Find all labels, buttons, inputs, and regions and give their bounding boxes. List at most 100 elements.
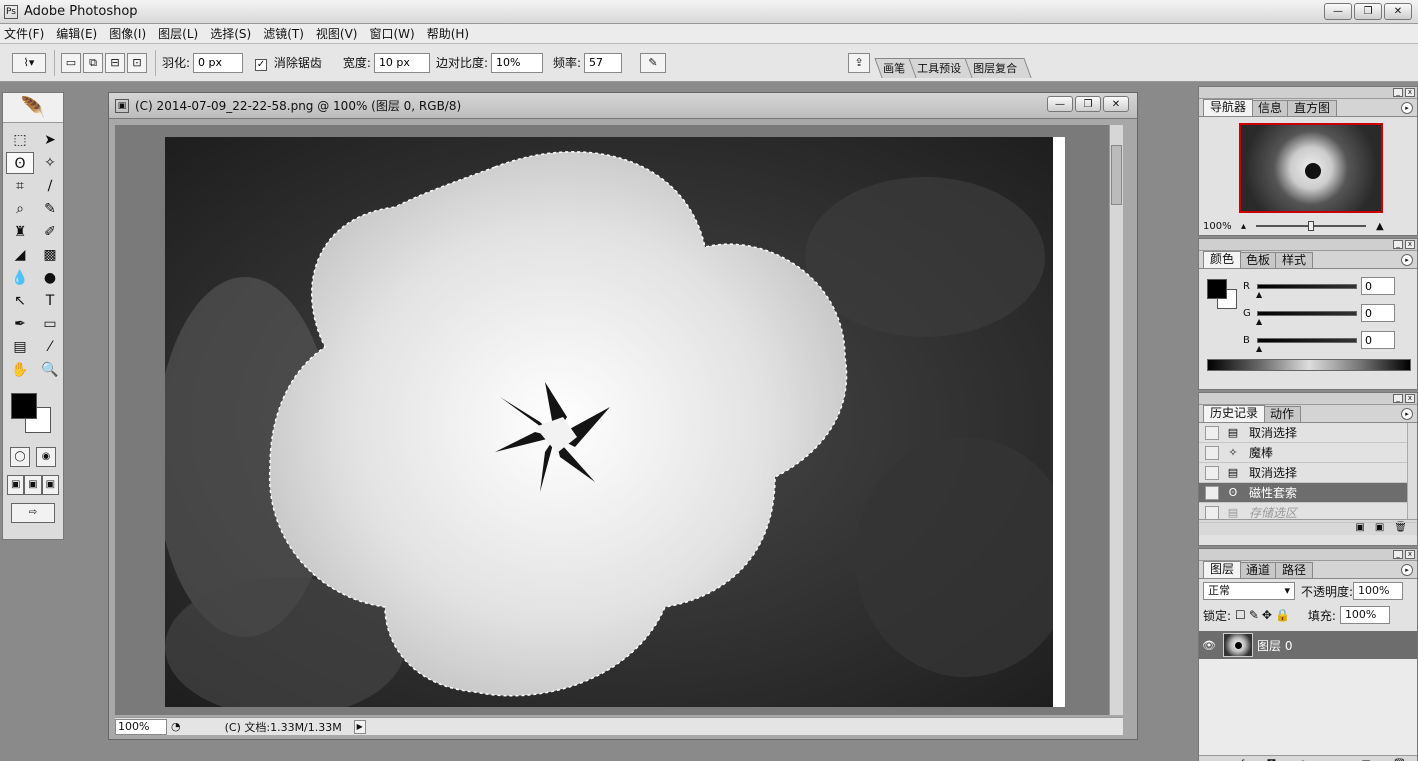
navigator-zoom-knob[interactable] [1308,221,1315,231]
history-snapshot-box[interactable] [1205,465,1219,480]
width-input[interactable] [373,52,430,73]
vertical-scrollbar[interactable] [1109,125,1123,715]
intersect-selection-icon[interactable]: ⊡ [127,52,147,73]
navigator-menu-icon[interactable]: ▸ [1401,102,1413,114]
notes-tool-icon[interactable]: ▤ [6,336,34,358]
history-menu-icon[interactable]: ▸ [1401,408,1413,420]
brush-tool-icon[interactable]: ✎ [36,198,64,220]
zoom-in-icon[interactable]: ▲ [1376,221,1384,232]
lock-transparent-icon[interactable]: ☐ [1235,608,1246,622]
magnetic-lasso-preset-icon[interactable]: ⌇▾ [12,52,46,73]
restore-button[interactable]: ❐ [1354,3,1382,20]
menu-layer[interactable]: 图层(L) [158,25,198,42]
tab-color[interactable]: 颜色 [1203,251,1242,268]
palette-well-icon[interactable]: ⇪ [848,52,871,73]
full-screen-menu-icon[interactable]: ▣ [24,475,42,495]
tab-channels[interactable]: 通道 [1239,562,1278,578]
history-snapshot-box[interactable] [1205,425,1219,440]
doc-restore-button[interactable]: ❐ [1075,96,1101,112]
full-screen-icon[interactable]: ▣ [41,475,59,495]
menu-view[interactable]: 视图(V) [316,25,358,42]
history-item[interactable]: ▤ 取消选择 [1199,423,1417,443]
tab-layers[interactable]: 图层 [1203,561,1242,578]
close-button[interactable]: ✕ [1384,3,1412,20]
tab-paths[interactable]: 路径 [1275,562,1314,578]
color-minimize-icon[interactable]: _ [1393,240,1403,249]
standard-mode-icon[interactable]: ◯ [10,447,30,467]
blur-tool-icon[interactable]: 💧 [6,267,34,289]
blue-input[interactable] [1361,331,1395,349]
gradient-tool-icon[interactable]: ▩ [36,244,64,266]
history-close-icon[interactable]: x [1405,394,1415,403]
crop-tool-icon[interactable]: ⌗ [6,175,34,197]
type-tool-icon[interactable]: T [36,290,64,312]
quick-mask-mode-icon[interactable]: ◉ [36,447,56,467]
history-item[interactable]: ▤ 取消选择 [1199,463,1417,483]
layer-name[interactable]: 图层 0 [1257,637,1292,654]
lock-image-icon[interactable]: ✎ [1249,608,1259,622]
menu-filter[interactable]: 滤镜(T) [263,25,304,42]
layer-row[interactable]: 👁 图层 0 [1199,631,1417,659]
tab-info[interactable]: 信息 [1251,100,1290,116]
layer-visibility-eye-icon[interactable]: 👁 [1199,639,1219,652]
slice-tool-icon[interactable]: ∕ [36,175,64,197]
edge-contrast-input[interactable] [490,52,543,73]
lasso-tool-icon[interactable]: ʘ [6,152,34,174]
red-slider[interactable]: ▲ [1256,283,1357,299]
menu-edit[interactable]: 编辑(E) [56,25,97,42]
frequency-input[interactable] [584,52,623,73]
color-close-icon[interactable]: x [1405,240,1415,249]
pen-tool-icon[interactable]: ✒ [6,313,34,335]
lock-position-icon[interactable]: ✥ [1262,608,1272,622]
layers-minimize-icon[interactable]: _ [1393,550,1403,559]
history-snapshot-box[interactable] [1205,445,1219,460]
foreground-color-swatch[interactable] [11,393,37,419]
tab-histogram[interactable]: 直方图 [1287,100,1338,116]
lock-all-icon[interactable]: 🔒 [1275,608,1290,622]
green-slider[interactable]: ▲ [1256,310,1357,326]
jump-to-imageready-icon[interactable]: ⇨ [11,503,55,523]
red-input[interactable] [1361,277,1395,295]
well-layer-comps[interactable]: 图层复合 [964,57,1032,78]
add-selection-icon[interactable]: ⧉ [83,52,103,73]
feather-input[interactable] [193,52,244,73]
doc-close-button[interactable]: ✕ [1103,96,1129,112]
navigator-zoom-slider[interactable] [1256,221,1367,231]
hand-tool-icon[interactable]: ✋ [6,359,34,381]
blend-mode-select[interactable]: 正常 ▾ [1203,582,1295,600]
zoom-out-icon[interactable]: ▴ [1241,221,1246,232]
opacity-input[interactable]: 100% [1353,582,1404,600]
color-foreground-swatch[interactable] [1207,279,1227,299]
tab-history[interactable]: 历史记录 [1203,405,1266,422]
eraser-tool-icon[interactable]: ◢ [6,244,34,266]
zoom-level-field[interactable]: 100% [115,718,167,735]
navigator-thumbnail[interactable] [1239,123,1383,213]
tab-actions[interactable]: 动作 [1263,406,1302,422]
history-item-selected[interactable]: ʘ 磁性套索 [1199,483,1417,503]
history-snapshot-box[interactable] [1205,485,1219,500]
history-item[interactable]: ▤ 存储选区 [1199,503,1417,523]
status-menu-arrow-icon[interactable]: ▶ [353,719,366,734]
tab-swatches[interactable]: 色板 [1239,252,1278,268]
color-spectrum-bar[interactable] [1207,359,1411,371]
history-item[interactable]: ✧ 魔棒 [1199,443,1417,463]
antialias-checkbox[interactable]: ✓ [255,59,268,71]
clone-stamp-tool-icon[interactable]: ♜ [6,221,34,243]
new-document-from-state-icon[interactable]: ▣ [1355,522,1364,533]
color-menu-icon[interactable]: ▸ [1401,254,1413,266]
fill-input[interactable]: 100% [1339,606,1390,624]
navigator-zoom-value[interactable]: 100% [1203,221,1241,232]
tab-styles[interactable]: 样式 [1275,252,1314,268]
marquee-tool-icon[interactable]: ⬚ [6,129,34,151]
move-tool-icon[interactable]: ➤ [36,129,64,151]
layers-close-icon[interactable]: x [1405,550,1415,559]
vertical-scroll-thumb[interactable] [1111,145,1122,205]
menu-file[interactable]: 文件(F) [4,25,44,42]
healing-brush-tool-icon[interactable]: ⌕ [6,198,34,220]
subtract-selection-icon[interactable]: ⊟ [105,52,125,73]
eyedropper-tool-icon[interactable]: ⁄ [36,336,64,358]
pen-pressure-icon[interactable]: ✎ [640,52,667,73]
new-selection-icon[interactable]: ▭ [61,52,81,73]
minimize-button[interactable]: — [1324,3,1352,20]
history-minimize-icon[interactable]: _ [1393,394,1403,403]
